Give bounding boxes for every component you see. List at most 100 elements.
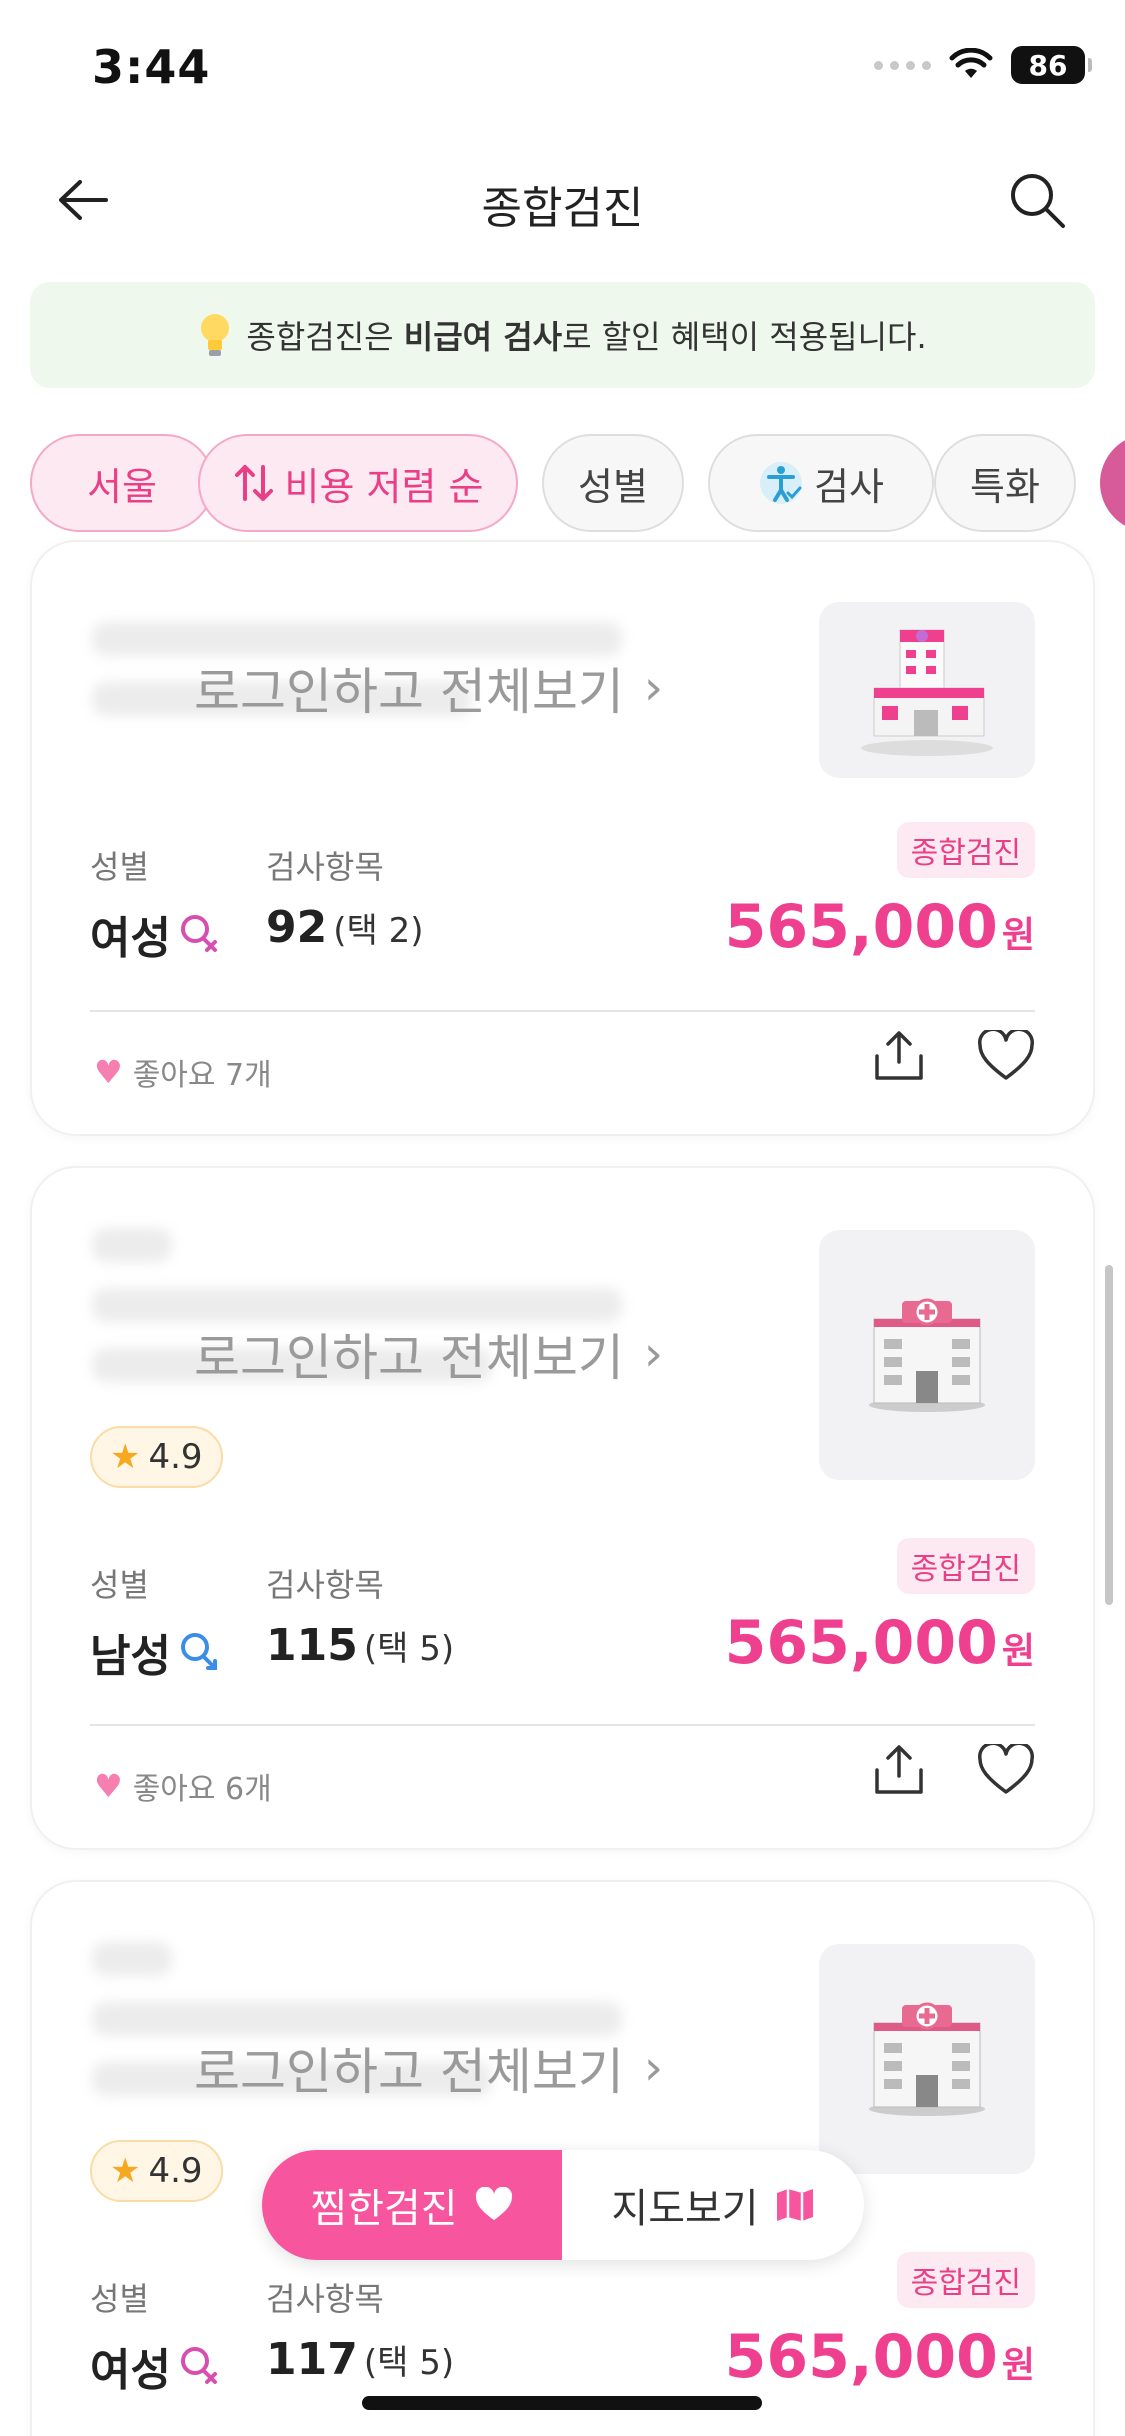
star-icon: ★ bbox=[110, 1437, 141, 1477]
filter-chip-label: 특화 bbox=[970, 464, 1040, 509]
female-search-icon bbox=[180, 915, 217, 952]
rating-badge: ★ 4.9 bbox=[90, 1426, 223, 1488]
items-count: 117 bbox=[266, 2334, 358, 2385]
card-actions bbox=[871, 1744, 1035, 1796]
floating-action-bar: 찜한검진 지도보기 bbox=[262, 2150, 864, 2260]
likes-text: 좋아요 6개 bbox=[132, 1772, 272, 1807]
search-icon bbox=[1011, 174, 1065, 228]
category-tag: 종합검진 bbox=[896, 2252, 1035, 2308]
filter-chip-label: 검사 bbox=[814, 464, 884, 509]
price-amount: 565,000 bbox=[724, 1608, 998, 1678]
hospital-image bbox=[819, 602, 1035, 778]
wifi-icon bbox=[949, 48, 993, 78]
heart-filled-icon bbox=[475, 2187, 512, 2221]
notice-prefix: 종합검진은 bbox=[246, 318, 404, 356]
discount-notice: 종합검진은 비급여 검사로 할인 혜택이 적용됩니다. bbox=[30, 282, 1095, 388]
login-to-view-link[interactable]: 로그인하고 전체보기 › bbox=[194, 1318, 663, 1390]
male-search-icon bbox=[180, 1633, 217, 1670]
card-divider bbox=[90, 1010, 1035, 1012]
star-icon: ★ bbox=[110, 2151, 141, 2191]
gender-text: 남성 bbox=[90, 1631, 171, 1682]
chevron-right-icon: › bbox=[643, 1326, 664, 1382]
favorites-button[interactable]: 찜한검진 bbox=[262, 2150, 562, 2260]
price-unit: 원 bbox=[1001, 2345, 1035, 2386]
filter-chip-more[interactable] bbox=[1100, 434, 1125, 532]
likes-count: ♥ 좋아요 7개 bbox=[94, 1050, 272, 1094]
login-to-view-link[interactable]: 로그인하고 전체보기 › bbox=[194, 2032, 663, 2104]
filter-chip-test[interactable]: 검사 bbox=[708, 434, 934, 532]
share-icon[interactable] bbox=[871, 1744, 927, 1796]
battery-icon: 86 bbox=[1011, 46, 1092, 84]
rating-value: 4.9 bbox=[148, 2151, 203, 2191]
items-choice: (택 5) bbox=[363, 1629, 455, 1669]
map-icon bbox=[776, 2189, 813, 2221]
login-link-text: 로그인하고 전체보기 bbox=[194, 2043, 624, 2101]
price-unit: 원 bbox=[1001, 915, 1035, 956]
status-bar: 3:44 86 bbox=[0, 0, 1125, 140]
filter-chip-label: 서울 bbox=[87, 464, 157, 509]
card-actions bbox=[871, 1030, 1035, 1082]
body-scan-icon bbox=[760, 462, 803, 504]
login-link-text: 로그인하고 전체보기 bbox=[194, 663, 624, 721]
status-icons: 86 bbox=[874, 46, 1092, 84]
category-tag: 종합검진 bbox=[896, 822, 1035, 878]
filter-chip-specialty[interactable]: 특화 bbox=[934, 434, 1076, 532]
notice-bold: 비급여 검사 bbox=[403, 318, 563, 356]
chevron-right-icon: › bbox=[643, 660, 664, 716]
checkup-card[interactable]: 로그인하고 전체보기 › 성별 여성 검사항목 92 (택 2) 종합검진 565… bbox=[30, 540, 1095, 1136]
gender-text: 여성 bbox=[90, 2345, 171, 2396]
filter-chips: 서울 비용 저렴 순 성별 검사 특화 bbox=[30, 434, 1125, 534]
hospital-image bbox=[819, 1230, 1035, 1480]
home-indicator bbox=[362, 2396, 762, 2410]
sort-icon bbox=[234, 465, 273, 501]
filter-chip-gender[interactable]: 성별 bbox=[542, 434, 684, 532]
status-time: 3:44 bbox=[92, 40, 211, 94]
items-label: 검사항목 bbox=[266, 848, 384, 886]
page-title: 종합검진 bbox=[481, 183, 644, 234]
map-view-button[interactable]: 지도보기 bbox=[562, 2150, 864, 2260]
price-amount: 565,000 bbox=[724, 892, 998, 962]
gender-value: 남성 bbox=[90, 1620, 221, 1684]
heart-outline-icon[interactable] bbox=[977, 1030, 1035, 1082]
items-value: 92 (택 2) bbox=[266, 902, 423, 953]
filter-chip-sort[interactable]: 비용 저렴 순 bbox=[198, 434, 518, 532]
rating-badge: ★ 4.9 bbox=[90, 2140, 223, 2202]
login-to-view-link[interactable]: 로그인하고 전체보기 › bbox=[194, 652, 663, 724]
items-count: 115 bbox=[266, 1620, 358, 1671]
share-icon[interactable] bbox=[871, 1030, 927, 1082]
female-search-icon bbox=[180, 2347, 217, 2384]
price-unit: 원 bbox=[1001, 1631, 1035, 1672]
likes-count: ♥ 좋아요 6개 bbox=[94, 1764, 272, 1808]
chevron-right-icon: › bbox=[643, 2040, 664, 2096]
favorites-label: 찜한검진 bbox=[310, 2186, 458, 2232]
likes-text: 좋아요 7개 bbox=[132, 1058, 272, 1093]
heart-filled-icon: ♥ bbox=[94, 1767, 123, 1805]
category-tag: 종합검진 bbox=[896, 1538, 1035, 1594]
items-value: 115 (택 5) bbox=[266, 1620, 454, 1671]
price: 565,000 원 bbox=[725, 1608, 1035, 1678]
gender-value: 여성 bbox=[90, 902, 221, 966]
gender-label: 성별 bbox=[90, 848, 149, 886]
search-button[interactable] bbox=[1005, 168, 1069, 232]
price-amount: 565,000 bbox=[724, 2322, 998, 2392]
checkup-card[interactable]: 로그인하고 전체보기 › ★ 4.9 성별 남성 검사항목 115 (택 5) 종… bbox=[30, 1166, 1095, 1850]
hospital-image bbox=[819, 1944, 1035, 2174]
gender-value: 여성 bbox=[90, 2334, 221, 2398]
heart-filled-icon: ♥ bbox=[94, 1053, 123, 1091]
map-label: 지도보기 bbox=[611, 2186, 759, 2232]
filter-chip-label: 성별 bbox=[578, 464, 648, 509]
heart-outline-icon[interactable] bbox=[977, 1744, 1035, 1796]
items-label: 검사항목 bbox=[266, 2280, 384, 2318]
hospital-building-icon bbox=[869, 2002, 985, 2116]
hospital-building-icon bbox=[869, 1298, 985, 1412]
items-value: 117 (택 5) bbox=[266, 2334, 454, 2385]
lightbulb-icon bbox=[201, 314, 230, 356]
scrollbar[interactable] bbox=[1105, 1265, 1113, 1605]
gender-label: 성별 bbox=[90, 2280, 149, 2318]
items-label: 검사항목 bbox=[266, 1566, 384, 1604]
notice-suffix: 로 할인 혜택이 적용됩니다. bbox=[562, 318, 927, 356]
notice-text: 종합검진은 비급여 검사로 할인 혜택이 적용됩니다. bbox=[246, 312, 926, 358]
login-link-text: 로그인하고 전체보기 bbox=[194, 1329, 624, 1387]
items-choice: (택 2) bbox=[333, 911, 424, 951]
filter-chip-region[interactable]: 서울 bbox=[30, 434, 214, 532]
